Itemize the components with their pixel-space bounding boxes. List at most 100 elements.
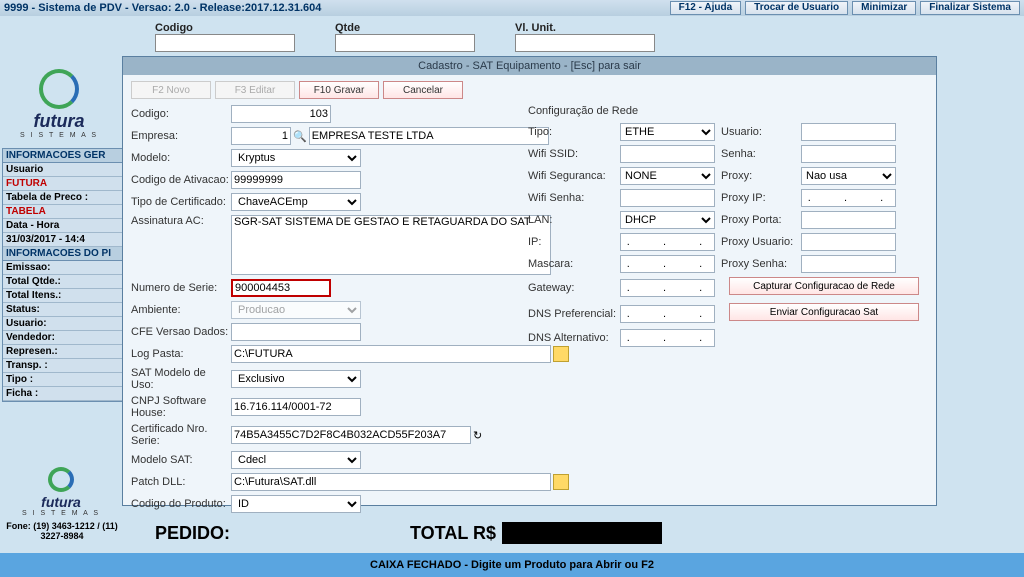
wifiseg-select[interactable]: NONE: [620, 167, 715, 185]
modal-title: Cadastro - SAT Equipamento - [Esc] para …: [123, 57, 936, 75]
sidebar: futura S I S T E M A S INFORMACOES GER U…: [0, 60, 125, 402]
ativacao-field[interactable]: [231, 171, 361, 189]
gateway-field[interactable]: [620, 279, 715, 297]
tipocert-label: Tipo de Certificado:: [131, 196, 231, 208]
title-text: 9999 - Sistema de PDV - Versao: 2.0 - Re…: [4, 2, 321, 14]
proxyuser-field[interactable]: [801, 233, 896, 251]
proxyporta-field[interactable]: [801, 211, 896, 229]
logo-sub: S I S T E M A S: [20, 132, 98, 139]
info-panel: INFORMACOES GER Usuario FUTURA Tabela de…: [2, 148, 123, 402]
side-row: Total Qtde.:: [3, 275, 122, 289]
titlebar: 9999 - Sistema de PDV - Versao: 2.0 - Re…: [0, 0, 1024, 16]
assinatura-field[interactable]: SGR-SAT SISTEMA DE GESTAO E RETAGUARDA D…: [231, 215, 551, 275]
empresa-num-field[interactable]: [231, 127, 291, 145]
modelo-label: Modelo:: [131, 152, 231, 164]
empresa-label: Empresa:: [131, 130, 231, 142]
cnpj-field[interactable]: [231, 398, 361, 416]
lan-select[interactable]: DHCP: [620, 211, 715, 229]
codigo-field[interactable]: [231, 105, 331, 123]
enviar-button[interactable]: Enviar Configuracao Sat: [729, 303, 919, 321]
modelosat-select[interactable]: Cdecl: [231, 451, 361, 469]
logo-icon: [48, 467, 74, 492]
info-title: INFORMACOES GER: [3, 149, 122, 163]
codigo-label: Codigo:: [131, 108, 231, 120]
exit-button[interactable]: Finalizar Sistema: [920, 1, 1020, 15]
proxyip-label: Proxy IP:: [721, 192, 801, 204]
tipocert-select[interactable]: ChaveACEmp: [231, 193, 361, 211]
proxy-select[interactable]: Nao usa: [801, 167, 896, 185]
certnro-field[interactable]: [231, 426, 471, 444]
satmodelo-select[interactable]: Exclusivo: [231, 370, 361, 388]
status-bar: CAIXA FECHADO - Digite um Produto para A…: [0, 553, 1024, 577]
side-row: Tipo :: [3, 373, 122, 387]
status-text: CAIXA FECHADO - Digite um Produto para A…: [370, 559, 654, 571]
numserie-label: Numero de Serie:: [131, 282, 231, 294]
usuario-label: Usuario: [3, 163, 122, 177]
proxyporta-label: Proxy Porta:: [721, 214, 801, 226]
sat-modal: Cadastro - SAT Equipamento - [Esc] para …: [122, 56, 937, 506]
cfe-field[interactable]: [231, 323, 361, 341]
tipo-label: Tipo:: [528, 126, 620, 138]
codprod-label: Codigo do Produto:: [131, 498, 231, 510]
dnsalt-label: DNS Alternativo:: [528, 332, 620, 344]
switch-user-button[interactable]: Trocar de Usuario: [745, 1, 848, 15]
side-row: Transp. :: [3, 359, 122, 373]
patch-field[interactable]: [231, 473, 551, 491]
gravar-button[interactable]: F10 Gravar: [299, 81, 379, 99]
empresa-name-field[interactable]: [309, 127, 549, 145]
vlunit-input[interactable]: [515, 34, 655, 52]
ambiente-select: Producao: [231, 301, 361, 319]
satmodelo-label: SAT Modelo de Uso:: [131, 367, 231, 391]
ip-field[interactable]: [620, 233, 715, 251]
proxyip-field[interactable]: [801, 189, 896, 207]
side-row: Total Itens.:: [3, 289, 122, 303]
ativacao-label: Codigo de Ativacao:: [131, 174, 231, 186]
right-column: Configuração de Rede Tipo:ETHE Usuario: W…: [528, 105, 928, 351]
folder-icon[interactable]: [553, 474, 569, 490]
tipo-select[interactable]: ETHE: [620, 123, 715, 141]
codprod-select[interactable]: ID: [231, 495, 361, 513]
usuario-label: Usuario:: [721, 126, 801, 138]
wifiseg-label: Wifi Seguranca:: [528, 170, 620, 182]
side-row: Represen.:: [3, 345, 122, 359]
usuario-field[interactable]: [801, 123, 896, 141]
proxyuser-label: Proxy Usuario:: [721, 236, 801, 248]
infopi-title: INFORMACOES DO PI: [3, 247, 122, 261]
logpasta-field[interactable]: [231, 345, 551, 363]
cancelar-button[interactable]: Cancelar: [383, 81, 463, 99]
search-icon[interactable]: 🔍: [293, 130, 307, 143]
ssid-field[interactable]: [620, 145, 715, 163]
side-row: Vendedor:: [3, 331, 122, 345]
side-row: Ficha :: [3, 387, 122, 401]
proxysenha-field[interactable]: [801, 255, 896, 273]
pedido-label: PEDIDO:: [155, 523, 230, 544]
dnspref-field[interactable]: [620, 305, 715, 323]
rede-title: Configuração de Rede: [528, 105, 928, 117]
dnsalt-field[interactable]: [620, 329, 715, 347]
editar-button[interactable]: F3 Editar: [215, 81, 295, 99]
modelo-select[interactable]: Kryptus: [231, 149, 361, 167]
gateway-label: Gateway:: [528, 282, 620, 294]
dnspref-label: DNS Preferencial:: [528, 308, 620, 320]
logo-sub: S I S T E M A S: [22, 510, 100, 517]
left-column: Codigo: Empresa: 🔍 Modelo:Kryptus Codigo …: [131, 105, 571, 517]
codigo-input[interactable]: [155, 34, 295, 52]
total-label: TOTAL R$: [410, 523, 496, 544]
total-value-redacted: [502, 522, 662, 544]
logo-icon: [39, 69, 79, 109]
wifisenha-field[interactable]: [620, 189, 715, 207]
senha-field[interactable]: [801, 145, 896, 163]
novo-button[interactable]: F2 Novo: [131, 81, 211, 99]
help-button[interactable]: F12 - Ajuda: [670, 1, 742, 15]
minimize-button[interactable]: Minimizar: [852, 1, 916, 15]
numserie-field[interactable]: [231, 279, 331, 297]
ip-label: IP:: [528, 236, 620, 248]
capturar-button[interactable]: Capturar Configuracao de Rede: [729, 277, 919, 295]
ambiente-label: Ambiente:: [131, 304, 231, 316]
mascara-field[interactable]: [620, 255, 715, 273]
order-bar: PEDIDO: TOTAL R$: [155, 519, 1019, 547]
refresh-icon[interactable]: ↻: [473, 429, 482, 442]
qtde-input[interactable]: [335, 34, 475, 52]
logo-brand: futura: [34, 111, 85, 132]
wifisenha-label: Wifi Senha:: [528, 192, 620, 204]
